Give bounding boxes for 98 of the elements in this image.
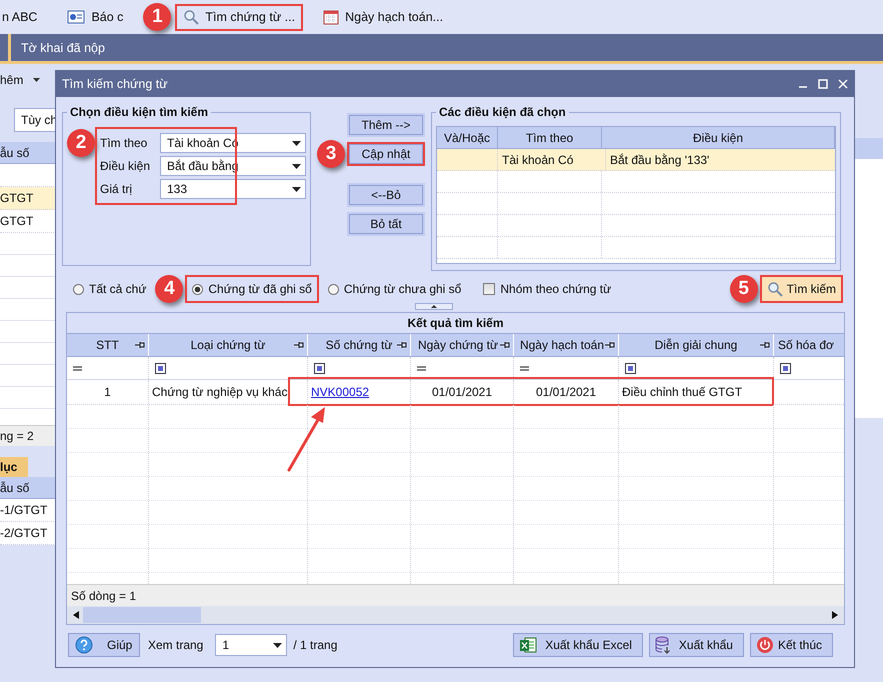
- group-title: Chọn điều kiện tìm kiếm: [69, 105, 210, 119]
- radio-button[interactable]: [328, 284, 339, 294]
- scroll-right-icon[interactable]: [832, 611, 838, 619]
- filter-icon[interactable]: [155, 362, 166, 374]
- calendar-icon: [323, 9, 340, 25]
- tab[interactable]: Tờ khai đã nộp: [8, 34, 115, 61]
- panel-title: Kết quả tìm kiếm: [67, 313, 844, 334]
- column-header[interactable]: Loại chứng từ: [149, 334, 308, 356]
- column-header: ẫu số: [0, 477, 56, 499]
- column-header[interactable]: STT: [67, 334, 149, 356]
- power-icon: [756, 636, 774, 654]
- column-header: ẫu số: [0, 142, 56, 164]
- table-row[interactable]: Tài khoản Có Bắt đầu bằng '133': [437, 149, 835, 171]
- horizontal-scrollbar[interactable]: [67, 606, 844, 624]
- checkbox-option[interactable]: Nhóm theo chứng từ: [476, 275, 618, 303]
- toolbar-button[interactable]: Tìm chứng từ ...: [175, 4, 304, 30]
- table-cell: -2/GTGT: [0, 522, 56, 545]
- dropdown-field[interactable]: 133: [160, 179, 306, 199]
- page-dropdown[interactable]: 1: [215, 634, 288, 656]
- field-label: Tìm theo: [99, 136, 148, 150]
- table-cell: Điều chỉnh thuế GTGT: [622, 385, 742, 399]
- search-icon: [766, 281, 783, 297]
- page-label: Xem trang: [148, 638, 204, 652]
- toolbar-button[interactable]: Ngày hạch toán...: [315, 4, 452, 30]
- pin-icon[interactable]: [135, 341, 145, 349]
- page-total: / 1 trang: [293, 638, 338, 652]
- table-cell: GTGT: [0, 187, 56, 210]
- callout-badge: 4: [155, 275, 184, 303]
- callout-badge: 1: [143, 3, 172, 31]
- filter-icon[interactable]: [314, 362, 325, 374]
- table-cell: 1: [104, 385, 111, 399]
- filter-icon[interactable]: [780, 362, 791, 374]
- pin-icon[interactable]: [397, 341, 407, 349]
- row-count: Số dòng = 1: [71, 588, 136, 602]
- footer-button[interactable]: Kết thúc: [750, 633, 833, 657]
- pin-icon[interactable]: [760, 341, 770, 349]
- caret-icon: [292, 164, 301, 168]
- maximize-icon[interactable]: [818, 79, 828, 89]
- table-cell: 01/01/2021: [432, 385, 492, 399]
- filter-icon[interactable]: [625, 362, 636, 374]
- filter-label: hêm: [0, 73, 24, 87]
- radio-option[interactable]: Tất cả chứ: [66, 275, 154, 303]
- tab[interactable]: lục: [0, 457, 28, 477]
- column-header: Tìm theo: [498, 127, 602, 148]
- radio-option[interactable]: Chứng từ chưa ghi sổ: [320, 275, 468, 303]
- column-header[interactable]: Ngày chứng từ: [411, 334, 514, 356]
- search-icon: [183, 9, 200, 25]
- group-title: Các điều kiện đã chọn: [438, 105, 567, 119]
- action-button[interactable]: Bỏ tất: [347, 212, 425, 236]
- checkbox[interactable]: [483, 283, 496, 295]
- collapse-handle[interactable]: [414, 303, 452, 310]
- equals-icon[interactable]: [520, 366, 529, 370]
- table-cell-text: Bắt đầu bằng '133': [609, 152, 710, 168]
- pin-icon[interactable]: [294, 341, 304, 349]
- caret-icon: [292, 140, 301, 146]
- table-cell: 01/01/2021: [536, 385, 596, 399]
- equals-icon[interactable]: [417, 366, 426, 370]
- report-icon: [67, 9, 86, 25]
- column-header: Điều kiện: [602, 127, 835, 148]
- field-label: Giá trị: [99, 182, 134, 196]
- scroll-left-icon[interactable]: [73, 611, 79, 619]
- caret-icon: [33, 78, 40, 82]
- column-header: Và/Hoặc: [437, 127, 498, 148]
- search-button[interactable]: Tìm kiếm: [760, 275, 843, 303]
- caret-icon: [292, 186, 301, 192]
- database-icon: [654, 636, 671, 654]
- radio-button[interactable]: [192, 284, 204, 294]
- help-icon: [75, 636, 93, 654]
- close-icon[interactable]: [838, 79, 848, 89]
- column-header[interactable]: Diễn giải chung: [619, 334, 774, 356]
- callout-badge: 5: [730, 275, 758, 303]
- footer-button[interactable]: Xuất khẩu: [648, 633, 744, 657]
- callout-badge: 3: [317, 140, 345, 168]
- action-button[interactable]: <--Bỏ: [347, 183, 425, 207]
- column-header[interactable]: Ngày hạch toán: [514, 334, 619, 356]
- callout-badge: 2: [67, 129, 95, 157]
- toolbar-button[interactable]: n ABC: [0, 4, 46, 30]
- table-cell: Chứng từ nghiệp vụ khác: [152, 385, 288, 399]
- window-title: Tìm kiếm chứng từ: [62, 77, 168, 91]
- help-button[interactable]: Giúp: [68, 633, 140, 657]
- toolbar-button[interactable]: Báo c: [59, 4, 132, 30]
- caret-icon: [273, 642, 282, 648]
- table-cell: Tài khoản Có: [498, 149, 606, 170]
- pin-icon[interactable]: [605, 341, 615, 349]
- footer-button[interactable]: Xuất khẩu Excel: [513, 633, 643, 657]
- column-header[interactable]: Số hóa đơ: [774, 334, 844, 356]
- equals-icon[interactable]: [73, 366, 82, 370]
- field-label: Điều kiện: [99, 159, 152, 173]
- action-button[interactable]: Thêm -->: [347, 113, 425, 137]
- spreadsheet-icon: [519, 636, 538, 654]
- row-count: ng = 2: [0, 425, 56, 446]
- table-cell: -1/GTGT: [0, 499, 56, 522]
- action-button[interactable]: Cập nhật: [347, 142, 425, 166]
- radio-button[interactable]: [73, 284, 84, 294]
- document-link[interactable]: NVK00052: [311, 385, 370, 399]
- radio-option[interactable]: Chứng từ đã ghi sổ: [185, 275, 319, 303]
- column-header[interactable]: Số chứng từ: [308, 334, 411, 356]
- pin-icon[interactable]: [500, 341, 510, 349]
